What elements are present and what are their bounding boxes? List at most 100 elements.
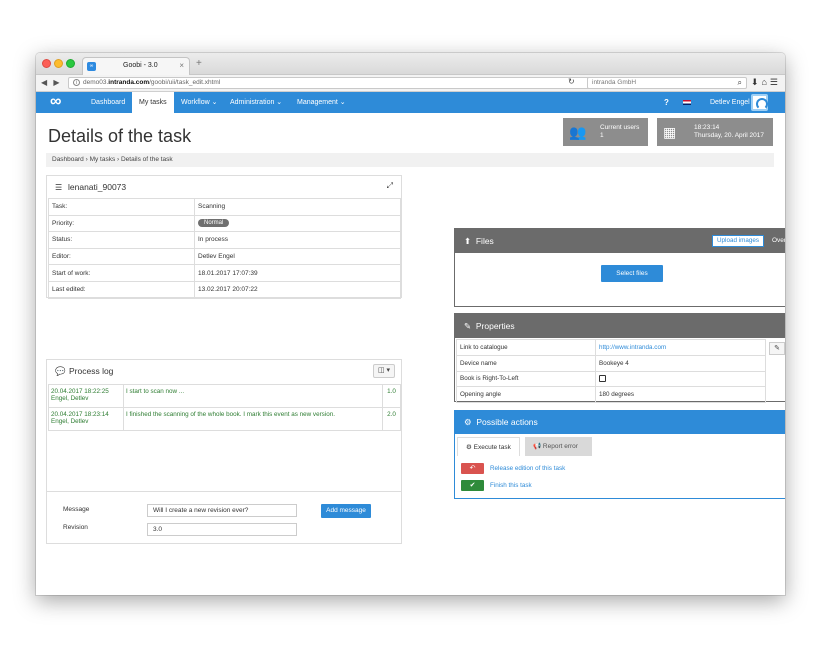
actions-title: Possible actions [476,417,538,427]
table-row: Editor: Detlev Engel [48,247,401,266]
language-flag-icon[interactable] [683,100,691,105]
help-icon[interactable]: ? [664,92,669,113]
tab-execute-task[interactable]: ⚙ Execute task [457,437,520,456]
actions-header: ⚙ Possible actions [455,411,785,434]
search-engine-label: intranda GmbH [592,79,637,86]
finish-action[interactable]: ✔ Finish this task [461,480,532,492]
maximize-window-button[interactable] [66,59,75,68]
right-to-left-checkbox[interactable] [599,375,606,383]
finish-label[interactable]: Finish this task [490,482,532,489]
table-row: Priority: Normal [48,214,401,233]
browser-search-field[interactable]: intranda GmbH ⌕ [587,77,747,89]
close-window-button[interactable] [42,59,51,68]
column-toggle-button[interactable]: ◫ ▾ [373,364,395,378]
row-value: 18.01.2017 17:07:39 [194,264,401,282]
tab-close-icon[interactable]: × [179,61,184,70]
user-name[interactable]: Detlev Engel [710,92,750,113]
row-value: In process [194,231,401,249]
table-row: 20.04.2017 18:22:25 Engel, Detlev I start… [48,384,401,408]
revision-label: Revision [63,524,88,531]
overview-link[interactable]: Overview [772,229,785,253]
tab-report-error[interactable]: 📢 Report error [525,437,592,456]
new-tab-icon[interactable]: + [196,58,202,69]
list-icon: ☰ [55,183,63,192]
row-value: Detlev Engel [194,247,401,266]
add-message-button[interactable]: Add message [321,504,371,518]
gear-icon: ⚙ [464,417,472,427]
info-icon[interactable]: i [73,78,80,86]
current-date: Thursday, 20. April 2017 [694,132,764,139]
table-row: 20.04.2017 18:23:14 Engel, Detlev I finis… [48,407,401,431]
nav-management[interactable]: Management ⌄ [290,92,353,113]
task-details-table: Task: Scanning Priority: Normal Status: In … [48,198,401,299]
properties-table: Link to catalogue http://www.intranda.com… [456,339,766,404]
files-title: Files [475,236,494,246]
nav-workflow[interactable]: Workflow ⌄ [174,92,224,113]
catalogue-link[interactable]: http://www.intranda.com [599,344,666,351]
prop-value: Bookeye 4 [595,354,766,372]
process-log-panel: 💬 Process log ◫ ▾ 20.04.2017 18:22:25 Enge… [46,359,402,544]
gear-small-icon: ⚙ [466,444,472,451]
log-revision: 2.0 [382,407,401,431]
breadcrumb[interactable]: Dashboard › My tasks › Details of the ta… [46,153,774,167]
goobi-favicon-icon: ∞ [87,62,96,71]
reload-icon[interactable]: ↻ [568,77,575,86]
users-icon: 👥 [569,124,587,140]
url-field[interactable]: i demo03.intranda.com/goobi/uii/task_edit… [68,77,608,89]
properties-title: Properties [475,321,515,331]
table-row: Start of work: 18.01.2017 17:07:39 [48,264,401,282]
files-panel: ⬆ Files Upload images Overview Select fi… [454,228,785,307]
upload-icon: ⬆ [464,236,472,246]
message-input[interactable]: Will I create a new revision ever? [147,504,297,517]
log-text: I finished the scanning of the whole boo… [123,407,383,431]
release-action[interactable]: ↶ Release edition of this task [461,463,565,475]
row-value: 13.02.2017 20:07:22 [194,280,401,299]
select-files-button[interactable]: Select files [601,265,663,282]
edit-square-icon: ✎ [464,321,472,331]
table-row: Status: In process [48,231,401,249]
log-text: I start to scan now ... [123,384,383,408]
log-form [47,491,401,492]
process-log-header: 💬 Process log [47,360,401,383]
log-meta: 20.04.2017 18:22:25 Engel, Detlev [48,384,124,408]
upload-images-button[interactable]: Upload images [712,235,765,247]
toolbar-icons[interactable]: ⬇⌂☰ [751,77,781,88]
minimize-window-button[interactable] [54,59,63,68]
back-forward-icons[interactable]: ◀ ▶ [41,78,62,87]
nav-administration[interactable]: Administration ⌄ [223,92,289,113]
calendar-icon: ▦ [663,124,677,140]
table-row: Device name Bookeye 4 [456,354,766,372]
page-title: Details of the task [48,126,192,146]
current-users-count: 1 [600,132,604,139]
row-label: Editor: [48,247,195,266]
app-navbar: ∞ Dashboard My tasks Workflow ⌄ Administ… [36,92,785,113]
row-label: Priority: [48,214,195,233]
title-bar: ∞ Goobi - 3.0 × + [36,53,785,75]
edit-properties-button[interactable]: ✎ [769,342,785,355]
browser-tab[interactable]: ∞ Goobi - 3.0 × [82,57,190,75]
files-header: ⬆ Files Upload images Overview [455,229,785,253]
user-avatar-icon[interactable] [751,94,768,111]
table-row: Book is Right-To-Left [456,370,766,388]
row-label: Status: [48,231,195,249]
prop-label: Link to catalogue [456,339,596,356]
nav-my-tasks[interactable]: My tasks [132,92,174,113]
undo-icon[interactable]: ↶ [461,463,484,474]
address-bar: ◀ ▶ i demo03.intranda.com/goobi/uii/task_… [36,75,785,92]
expand-icon[interactable]: ⤢ [387,181,393,191]
check-icon[interactable]: ✔ [461,480,484,491]
table-row: Link to catalogue http://www.intranda.com [456,339,766,356]
current-users-widget: 👥 Current users 1 [563,118,648,146]
revision-input[interactable]: 3.0 [147,523,297,536]
task-details-header: ☰ lenanati_90073 [47,176,401,198]
search-icon[interactable]: ⌕ [738,78,742,88]
current-users-label: Current users [600,124,640,131]
goobi-logo-icon[interactable]: ∞ [50,94,61,110]
megaphone-icon: 📢 [533,443,542,450]
nav-dashboard[interactable]: Dashboard [84,92,132,113]
table-row: Last edited: 13.02.2017 20:07:22 [48,280,401,299]
row-label: Start of work: [48,264,195,282]
release-label[interactable]: Release edition of this task [490,465,565,472]
message-label: Message [63,506,90,513]
row-value: Scanning [194,198,401,216]
